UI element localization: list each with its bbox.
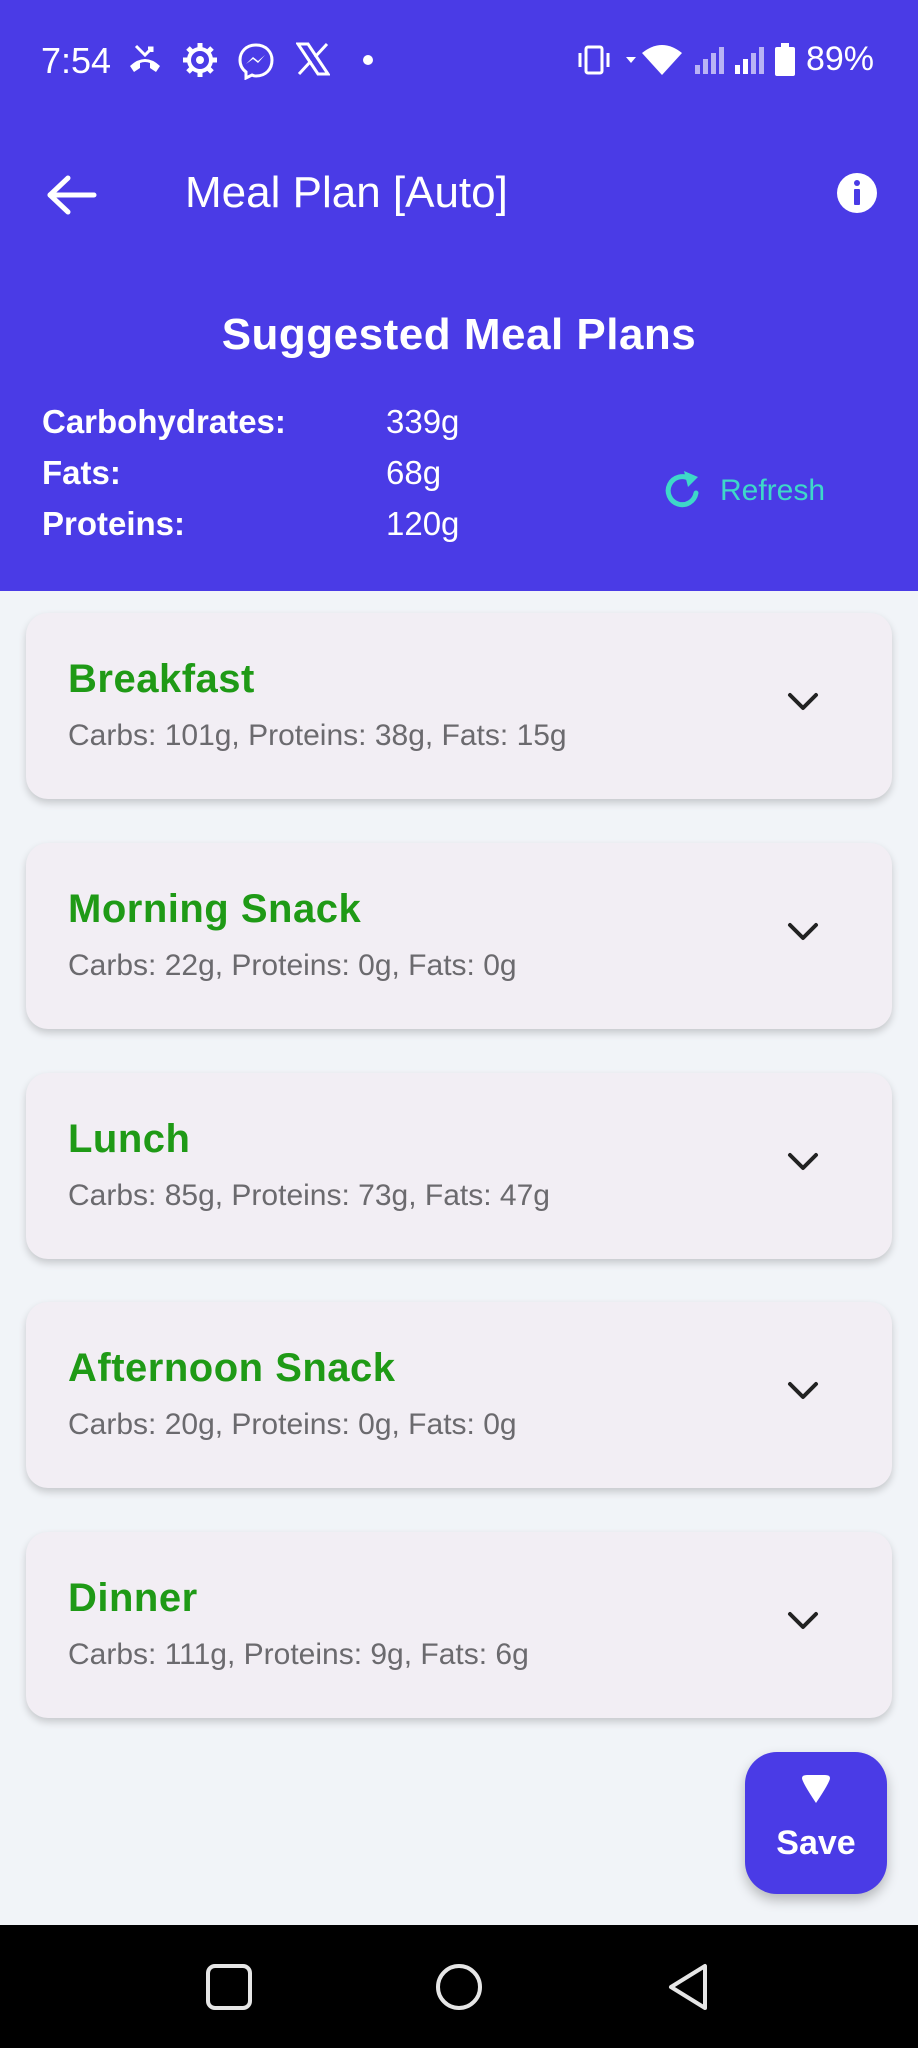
chevron-down-icon[interactable] (786, 1610, 820, 1632)
settings-gear-icon (183, 43, 217, 77)
carbs-label: Carbohydrates: (42, 403, 286, 440)
fats-label: Fats: (42, 454, 121, 491)
battery-icon (774, 42, 795, 76)
refresh-icon (665, 471, 699, 508)
meal-card-breakfast[interactable]: Breakfast Carbs: 101g, Proteins: 38g, Fa… (26, 613, 892, 799)
dot-icon (363, 55, 373, 65)
meal-title: Breakfast (68, 657, 255, 701)
chevron-down-icon[interactable] (786, 921, 820, 943)
fats-value: 68g (386, 454, 442, 491)
meal-title: Dinner (68, 1576, 198, 1620)
chevron-down-icon[interactable] (786, 1380, 820, 1402)
arrow-left-icon (47, 175, 97, 215)
refresh-button[interactable]: Refresh (660, 464, 825, 518)
vibrate-icon (578, 45, 610, 74)
proteins-label: Proteins: (42, 505, 186, 542)
meal-macros: Carbs: 20g, Proteins: 0g, Fats: 0g (68, 1408, 517, 1441)
chevron-down-icon[interactable] (786, 1151, 820, 1173)
info-button[interactable] (836, 172, 878, 214)
status-time: 7:54 (41, 40, 112, 81)
home-icon[interactable] (433, 1961, 485, 2013)
save-label: Save (776, 1824, 856, 1862)
signal-icon (734, 46, 764, 74)
system-nav-bar (0, 1925, 918, 2048)
meal-title: Morning Snack (68, 887, 362, 931)
x-logo-icon (296, 42, 330, 76)
save-button[interactable]: Save (745, 1752, 887, 1894)
missed-call-icon (130, 44, 160, 72)
meal-card-morning-snack[interactable]: Morning Snack Carbs: 22g, Proteins: 0g, … (26, 843, 892, 1029)
page-title: Meal Plan [Auto] (185, 168, 508, 217)
meal-macros: Carbs: 101g, Proteins: 38g, Fats: 15g (68, 719, 567, 752)
status-right: 89% (574, 40, 874, 79)
meal-card-dinner[interactable]: Dinner Carbs: 111g, Proteins: 9g, Fats: … (26, 1532, 892, 1718)
signal-icon (694, 46, 724, 74)
meal-macros: Carbs: 85g, Proteins: 73g, Fats: 47g (68, 1179, 550, 1212)
back-nav-icon[interactable] (663, 1961, 715, 2013)
meal-card-lunch[interactable]: Lunch Carbs: 85g, Proteins: 73g, Fats: 4… (26, 1073, 892, 1259)
chevron-down-icon[interactable] (786, 691, 820, 713)
battery-percent: 89% (805, 40, 874, 78)
meal-card-afternoon-snack[interactable]: Afternoon Snack Carbs: 20g, Proteins: 0g… (26, 1302, 892, 1488)
status-bar: 7:54 89% (0, 0, 918, 120)
recents-icon[interactable] (203, 1961, 255, 2013)
app-bar: Meal Plan [Auto] (0, 150, 918, 240)
meal-macros: Carbs: 111g, Proteins: 9g, Fats: 6g (68, 1638, 529, 1671)
info-icon (837, 173, 877, 213)
refresh-label: Refresh (720, 474, 826, 507)
proteins-value: 120g (386, 505, 460, 542)
carbs-value: 339g (386, 403, 460, 440)
meal-title: Lunch (68, 1117, 191, 1161)
suggested-title: Suggested Meal Plans (221, 310, 697, 359)
heart-icon (802, 1775, 830, 1803)
messenger-icon (238, 43, 274, 80)
meal-macros: Carbs: 22g, Proteins: 0g, Fats: 0g (68, 949, 517, 982)
meal-title: Afternoon Snack (68, 1346, 396, 1390)
wifi-icon (625, 44, 682, 75)
back-button[interactable] (42, 170, 102, 220)
header: 7:54 89% Meal Plan [Auto] Suggested Meal… (0, 0, 918, 591)
